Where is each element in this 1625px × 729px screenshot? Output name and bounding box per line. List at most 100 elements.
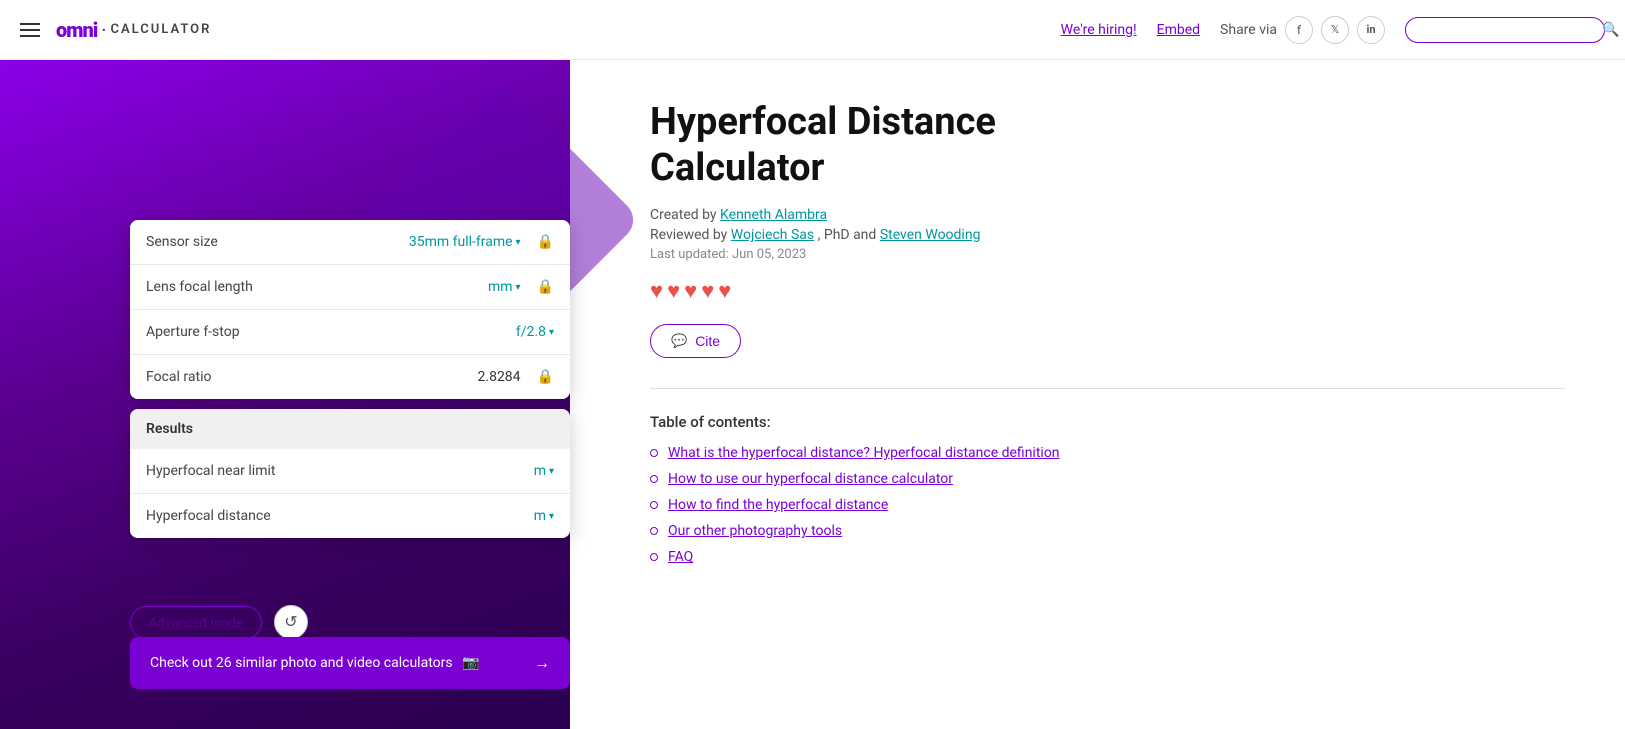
toc-title: Table of contents: — [650, 413, 1565, 431]
share-via-label: Share via — [1220, 22, 1277, 38]
focal-length-value: mm — [488, 279, 513, 295]
author3-link[interactable]: Steven Wooding — [880, 227, 981, 243]
reset-icon: ↺ — [284, 612, 297, 632]
sensor-size-lock-icon[interactable]: 🔒 — [537, 234, 554, 250]
toc-bullet-4 — [650, 527, 658, 535]
focal-ratio-lock-icon[interactable]: 🔒 — [537, 369, 554, 385]
toc-item-3: How to find the hyperfocal distance — [650, 497, 1565, 513]
focal-ratio-value: 2.8284 — [478, 369, 521, 385]
toc-bullet-5 — [650, 553, 658, 561]
content-divider — [650, 388, 1565, 389]
created-by-label: Created by — [650, 207, 717, 223]
embed-link[interactable]: Embed — [1157, 22, 1200, 38]
hyperfocal-distance-dropdown[interactable]: m ▾ — [534, 508, 554, 524]
author1-link[interactable]: Kenneth Alambra — [720, 207, 827, 223]
aperture-label: Aperture f-stop — [146, 324, 508, 340]
hyperfocal-near-limit-arrow: ▾ — [549, 466, 554, 477]
left-panel: Sensor size 35mm full-frame ▾ 🔒 Lens foc… — [0, 60, 570, 729]
main-container: Sensor size 35mm full-frame ▾ 🔒 Lens foc… — [0, 0, 1625, 729]
article-title: Hyperfocal Distance Calculator — [650, 100, 1565, 191]
hamburger-menu[interactable] — [20, 23, 40, 37]
site-header: omni· CALCULATOR We're hiring! Embed Sha… — [0, 0, 1625, 60]
sensor-size-field: Sensor size 35mm full-frame ▾ 🔒 — [130, 220, 570, 265]
sensor-size-arrow: ▾ — [516, 237, 521, 248]
results-card: Results Hyperfocal near limit m ▾ Hyperf… — [130, 409, 570, 538]
search-input[interactable] — [1418, 22, 1594, 37]
results-header: Results — [130, 409, 570, 449]
advanced-mode-button[interactable]: Advanced mode — [130, 606, 262, 639]
toc-link-2[interactable]: How to use our hyperfocal distance calcu… — [668, 471, 953, 487]
author2-link[interactable]: Wojciech Sas — [731, 227, 814, 243]
created-by-line: Created by Kenneth Alambra — [650, 207, 1565, 223]
hyperfocal-distance-field: Hyperfocal distance m ▾ — [130, 494, 570, 538]
cite-label: Cite — [695, 333, 720, 349]
input-fields-card: Sensor size 35mm full-frame ▾ 🔒 Lens foc… — [130, 220, 570, 399]
aperture-value: f/2.8 — [516, 324, 546, 340]
hyperfocal-near-limit-field: Hyperfocal near limit m ▾ — [130, 449, 570, 494]
toc-bullet-2 — [650, 475, 658, 483]
cta-arrow-icon: → — [534, 653, 550, 673]
header-right: We're hiring! Embed Share via f 𝕏 in 🔍 — [1061, 16, 1605, 44]
camera-icon: 📷 — [462, 655, 479, 671]
cta-banner[interactable]: Check out 26 similar photo and video cal… — [130, 637, 570, 689]
toc-link-5[interactable]: FAQ — [668, 549, 693, 565]
heart-5: ♥ — [718, 278, 731, 304]
heart-4: ♥ — [701, 278, 714, 304]
hearts-rating: ♥ ♥ ♥ ♥ ♥ — [650, 278, 1565, 304]
focal-ratio-label: Focal ratio — [146, 369, 470, 385]
hyperfocal-near-limit-unit: m — [534, 463, 546, 479]
aperture-dropdown[interactable]: f/2.8 ▾ — [516, 324, 554, 340]
focal-length-label: Lens focal length — [146, 279, 480, 295]
article-content: Hyperfocal Distance Calculator Created b… — [570, 60, 1625, 729]
hyperfocal-distance-arrow: ▾ — [549, 511, 554, 522]
cite-chat-icon: 💬 — [671, 333, 687, 349]
sensor-size-dropdown[interactable]: 35mm full-frame ▾ — [409, 234, 521, 250]
sensor-size-value: 35mm full-frame — [409, 234, 513, 250]
logo-calc-text: CALCULATOR — [111, 22, 212, 37]
phd-label: , PhD and — [818, 227, 877, 243]
toc-link-3[interactable]: How to find the hyperfocal distance — [668, 497, 888, 513]
heart-3: ♥ — [684, 278, 697, 304]
toc-link-4[interactable]: Our other photography tools — [668, 523, 842, 539]
header-left: omni· CALCULATOR — [20, 18, 1045, 42]
toc-item-4: Our other photography tools — [650, 523, 1565, 539]
toc-bullet-3 — [650, 501, 658, 509]
share-section: Share via f 𝕏 in — [1220, 16, 1385, 44]
logo-dot: · — [101, 18, 106, 42]
reviewed-by-line: Reviewed by Wojciech Sas , PhD and Steve… — [650, 227, 1565, 243]
logo-omni-text: omni — [56, 18, 97, 42]
sensor-size-label: Sensor size — [146, 234, 401, 250]
cite-button[interactable]: 💬 Cite — [650, 324, 741, 358]
toc-list: What is the hyperfocal distance? Hyperfo… — [650, 445, 1565, 565]
bottom-controls: Advanced mode ↺ — [130, 605, 308, 639]
search-icon[interactable]: 🔍 — [1602, 22, 1619, 38]
reviewed-by-label: Reviewed by — [650, 227, 727, 243]
last-updated-text: Last updated: Jun 05, 2023 — [650, 247, 1565, 262]
reset-button[interactable]: ↺ — [274, 605, 308, 639]
facebook-share-button[interactable]: f — [1285, 16, 1313, 44]
focal-length-dropdown[interactable]: mm ▾ — [488, 279, 521, 295]
heart-2: ♥ — [667, 278, 680, 304]
twitter-share-button[interactable]: 𝕏 — [1321, 16, 1349, 44]
logo[interactable]: omni· CALCULATOR — [56, 18, 211, 42]
toc-bullet-1 — [650, 449, 658, 457]
aperture-arrow: ▾ — [549, 327, 554, 338]
focal-length-lock-icon[interactable]: 🔒 — [537, 279, 554, 295]
toc-item-2: How to use our hyperfocal distance calcu… — [650, 471, 1565, 487]
toc-link-1[interactable]: What is the hyperfocal distance? Hyperfo… — [668, 445, 1060, 461]
calculator-widget: Sensor size 35mm full-frame ▾ 🔒 Lens foc… — [130, 220, 570, 538]
hiring-link[interactable]: We're hiring! — [1061, 22, 1137, 38]
hyperfocal-near-limit-dropdown[interactable]: m ▾ — [534, 463, 554, 479]
hyperfocal-distance-label: Hyperfocal distance — [146, 508, 526, 524]
search-box: 🔍 — [1405, 17, 1605, 43]
aperture-field: Aperture f-stop f/2.8 ▾ — [130, 310, 570, 355]
focal-ratio-field: Focal ratio 2.8284 🔒 — [130, 355, 570, 399]
linkedin-share-button[interactable]: in — [1357, 16, 1385, 44]
heart-1: ♥ — [650, 278, 663, 304]
focal-length-field: Lens focal length mm ▾ 🔒 — [130, 265, 570, 310]
hyperfocal-near-limit-label: Hyperfocal near limit — [146, 463, 526, 479]
focal-length-arrow: ▾ — [516, 282, 521, 293]
toc-item-5: FAQ — [650, 549, 1565, 565]
toc-item-1: What is the hyperfocal distance? Hyperfo… — [650, 445, 1565, 461]
cta-label: Check out 26 similar photo and video cal… — [150, 655, 486, 671]
